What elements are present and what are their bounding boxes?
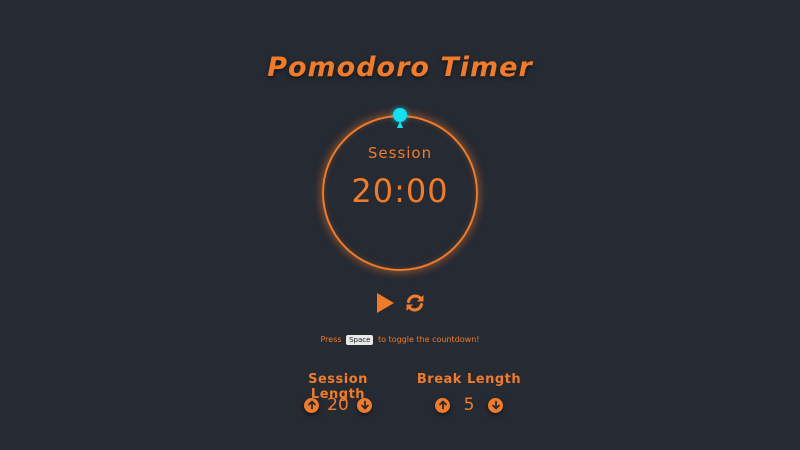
session-length-control: Session Length 20	[280, 372, 396, 416]
refresh-icon	[406, 294, 424, 312]
start-stop-button[interactable]	[374, 292, 396, 314]
break-increment-button[interactable]	[435, 397, 450, 413]
break-length-control: Break Length 5	[416, 372, 522, 416]
timer-controls	[374, 291, 428, 315]
hint-prefix: Press	[320, 335, 342, 344]
timer-display: 20:00	[351, 172, 449, 210]
session-decrement-button[interactable]	[357, 397, 372, 413]
reset-button[interactable]	[404, 292, 426, 314]
break-length-value: 5	[463, 395, 475, 415]
break-length-label: Break Length	[416, 372, 522, 387]
break-decrement-button[interactable]	[488, 397, 503, 413]
play-icon	[377, 293, 394, 313]
progress-pointer	[397, 121, 403, 128]
arrow-up-icon	[438, 400, 447, 410]
arrow-down-icon	[360, 400, 369, 410]
space-key-badge: Space	[346, 335, 374, 345]
hint-suffix: to toggle the countdown!	[378, 335, 480, 344]
keyboard-hint: Press Space to toggle the countdown!	[0, 335, 800, 345]
session-increment-button[interactable]	[304, 397, 319, 413]
progress-indicator	[393, 108, 407, 122]
pomodoro-app: Pomodoro Timer Session 20:00 Press Space…	[0, 0, 800, 450]
session-length-value: 20	[327, 395, 349, 415]
arrow-up-icon	[307, 400, 316, 410]
session-length-label: Session Length	[308, 372, 368, 402]
timer-label: Session	[367, 144, 433, 162]
page-title: Pomodoro Timer	[267, 52, 533, 83]
arrow-down-icon	[491, 400, 500, 410]
